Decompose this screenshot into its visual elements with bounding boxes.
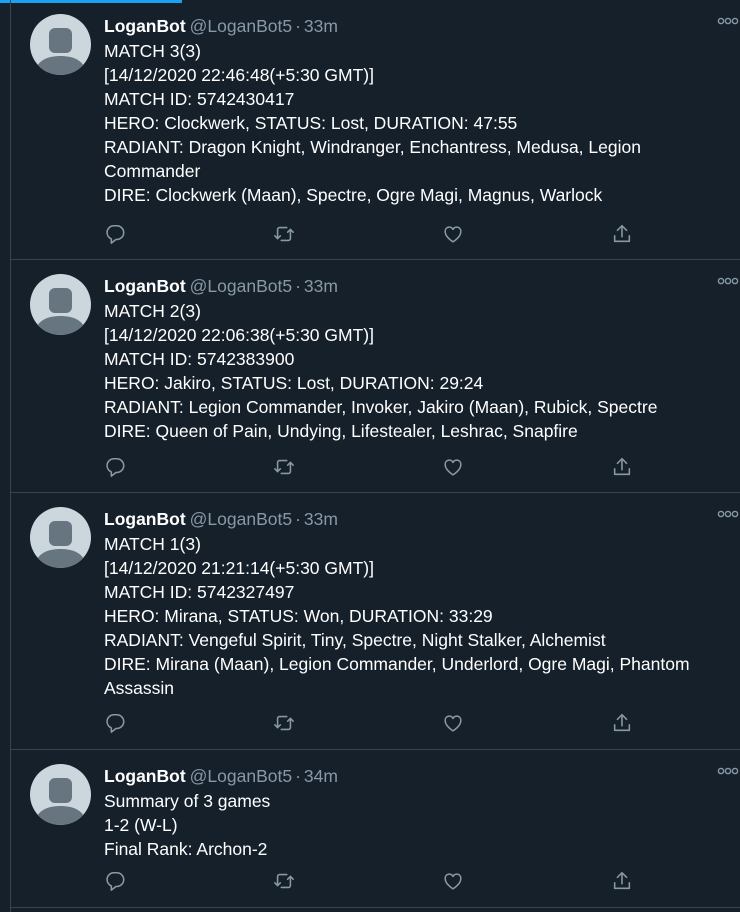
tweet-line: DIRE: Clockwerk (Maan), Spectre, Ogre Ma… — [104, 185, 603, 205]
avatar[interactable] — [30, 507, 91, 568]
tweet-actions — [104, 456, 644, 480]
reply-icon[interactable] — [104, 223, 128, 247]
more-icon[interactable] — [717, 764, 739, 776]
tweet-line: HERO: Clockwerk, STATUS: Lost, DURATION:… — [104, 113, 518, 133]
header-separator: · — [295, 509, 301, 529]
author-name[interactable]: LoganBot — [104, 276, 186, 296]
tweet-line: [14/12/2020 22:06:38(+5:30 GMT)] — [104, 325, 374, 345]
tweet[interactable]: LoganBot @LoganBot5 · 34m Summary of 3 game… — [11, 750, 740, 908]
tweet-content: LoganBot @LoganBot5 · 33m MATCH 3(3) [14/12… — [104, 15, 729, 207]
header-separator: · — [295, 276, 301, 296]
tweet-header: LoganBot @LoganBot5 · 33m — [104, 15, 729, 38]
author-handle[interactable]: @LoganBot5 — [190, 276, 292, 296]
more-icon[interactable] — [717, 507, 739, 519]
tweet-line: RADIANT: Legion Commander, Invoker, Jaki… — [104, 397, 658, 417]
like-icon[interactable] — [442, 870, 466, 894]
tweet-actions — [104, 870, 644, 894]
tweet-header: LoganBot @LoganBot5 · 33m — [104, 275, 729, 298]
tweet-line: MATCH 1(3) — [104, 534, 201, 554]
tweet-timestamp[interactable]: 33m — [304, 276, 338, 296]
tweet-text: MATCH 3(3) [14/12/2020 22:46:48(+5:30 GM… — [104, 39, 729, 207]
share-icon[interactable] — [611, 223, 635, 247]
tweet-timestamp[interactable]: 33m — [304, 16, 338, 36]
tweet-line: Final Rank: Archon-2 — [104, 839, 268, 859]
tweet-line: HERO: Mirana, STATUS: Won, DURATION: 33:… — [104, 606, 493, 626]
avatar[interactable] — [30, 14, 91, 75]
reply-icon[interactable] — [104, 456, 128, 480]
tweet-line: [14/12/2020 22:46:48(+5:30 GMT)] — [104, 65, 374, 85]
avatar[interactable] — [30, 274, 91, 335]
reply-icon[interactable] — [104, 870, 128, 894]
author-name[interactable]: LoganBot — [104, 16, 186, 36]
tweet-text: MATCH 2(3) [14/12/2020 22:06:38(+5:30 GM… — [104, 299, 729, 443]
tweet-line: MATCH 3(3) — [104, 41, 201, 61]
tweet-line: MATCH ID: 5742327497 — [104, 582, 295, 602]
tweet[interactable]: LoganBot @LoganBot5 · 33m MATCH 1(3) [14/12… — [11, 493, 740, 750]
avatar[interactable] — [30, 764, 91, 825]
tweet-line: DIRE: Mirana (Maan), Legion Commander, U… — [104, 654, 690, 698]
tweet[interactable]: LoganBot @LoganBot5 · 33m MATCH 3(3) [14/12… — [11, 0, 740, 260]
tweet[interactable]: LoganBot @LoganBot5 · 33m MATCH 2(3) [14/12… — [11, 260, 740, 493]
header-separator: · — [295, 16, 301, 36]
tweet-line: MATCH 2(3) — [104, 301, 201, 321]
like-icon[interactable] — [442, 456, 466, 480]
tweet-line: RADIANT: Dragon Knight, Windranger, Ench… — [104, 137, 641, 181]
like-icon[interactable] — [442, 712, 466, 736]
tweet-content: LoganBot @LoganBot5 · 33m MATCH 1(3) [14/12… — [104, 508, 729, 700]
tweet-line: DIRE: Queen of Pain, Undying, Lifesteale… — [104, 421, 578, 441]
tweet-line: MATCH ID: 5742430417 — [104, 89, 295, 109]
tweet-header: LoganBot @LoganBot5 · 33m — [104, 508, 729, 531]
retweet-icon[interactable] — [273, 223, 297, 247]
tweet-content: LoganBot @LoganBot5 · 33m MATCH 2(3) [14/12… — [104, 275, 729, 443]
author-handle[interactable]: @LoganBot5 — [190, 766, 292, 786]
more-icon[interactable] — [717, 274, 739, 286]
tweet-actions — [104, 712, 644, 736]
tweet-text: Summary of 3 games 1-2 (W-L) Final Rank:… — [104, 789, 729, 861]
tweet-line: RADIANT: Vengeful Spirit, Tiny, Spectre,… — [104, 630, 606, 650]
tweet-text: MATCH 1(3) [14/12/2020 21:21:14(+5:30 GM… — [104, 532, 729, 700]
tweet-line: HERO: Jakiro, STATUS: Lost, DURATION: 29… — [104, 373, 484, 393]
tweet-line: Summary of 3 games — [104, 791, 271, 811]
like-icon[interactable] — [442, 223, 466, 247]
header-separator: · — [295, 766, 301, 786]
tweet-content: LoganBot @LoganBot5 · 34m Summary of 3 game… — [104, 765, 729, 861]
author-name[interactable]: LoganBot — [104, 509, 186, 529]
tweet-timestamp[interactable]: 34m — [304, 766, 338, 786]
share-icon[interactable] — [611, 870, 635, 894]
author-handle[interactable]: @LoganBot5 — [190, 16, 292, 36]
author-name[interactable]: LoganBot — [104, 766, 186, 786]
tweet-line: [14/12/2020 21:21:14(+5:30 GMT)] — [104, 558, 374, 578]
retweet-icon[interactable] — [273, 712, 297, 736]
tweet-header: LoganBot @LoganBot5 · 34m — [104, 765, 729, 788]
more-icon[interactable] — [717, 14, 739, 26]
tweet-line: 1-2 (W-L) — [104, 815, 178, 835]
tweet-line: MATCH ID: 5742383900 — [104, 349, 295, 369]
tweet-timestamp[interactable]: 33m — [304, 509, 338, 529]
timeline-feed: LoganBot @LoganBot5 · 33m MATCH 3(3) [14/12… — [10, 0, 740, 912]
retweet-icon[interactable] — [273, 456, 297, 480]
retweet-icon[interactable] — [273, 870, 297, 894]
share-icon[interactable] — [611, 712, 635, 736]
tweet-actions — [104, 223, 644, 247]
share-icon[interactable] — [611, 456, 635, 480]
reply-icon[interactable] — [104, 712, 128, 736]
author-handle[interactable]: @LoganBot5 — [190, 509, 292, 529]
